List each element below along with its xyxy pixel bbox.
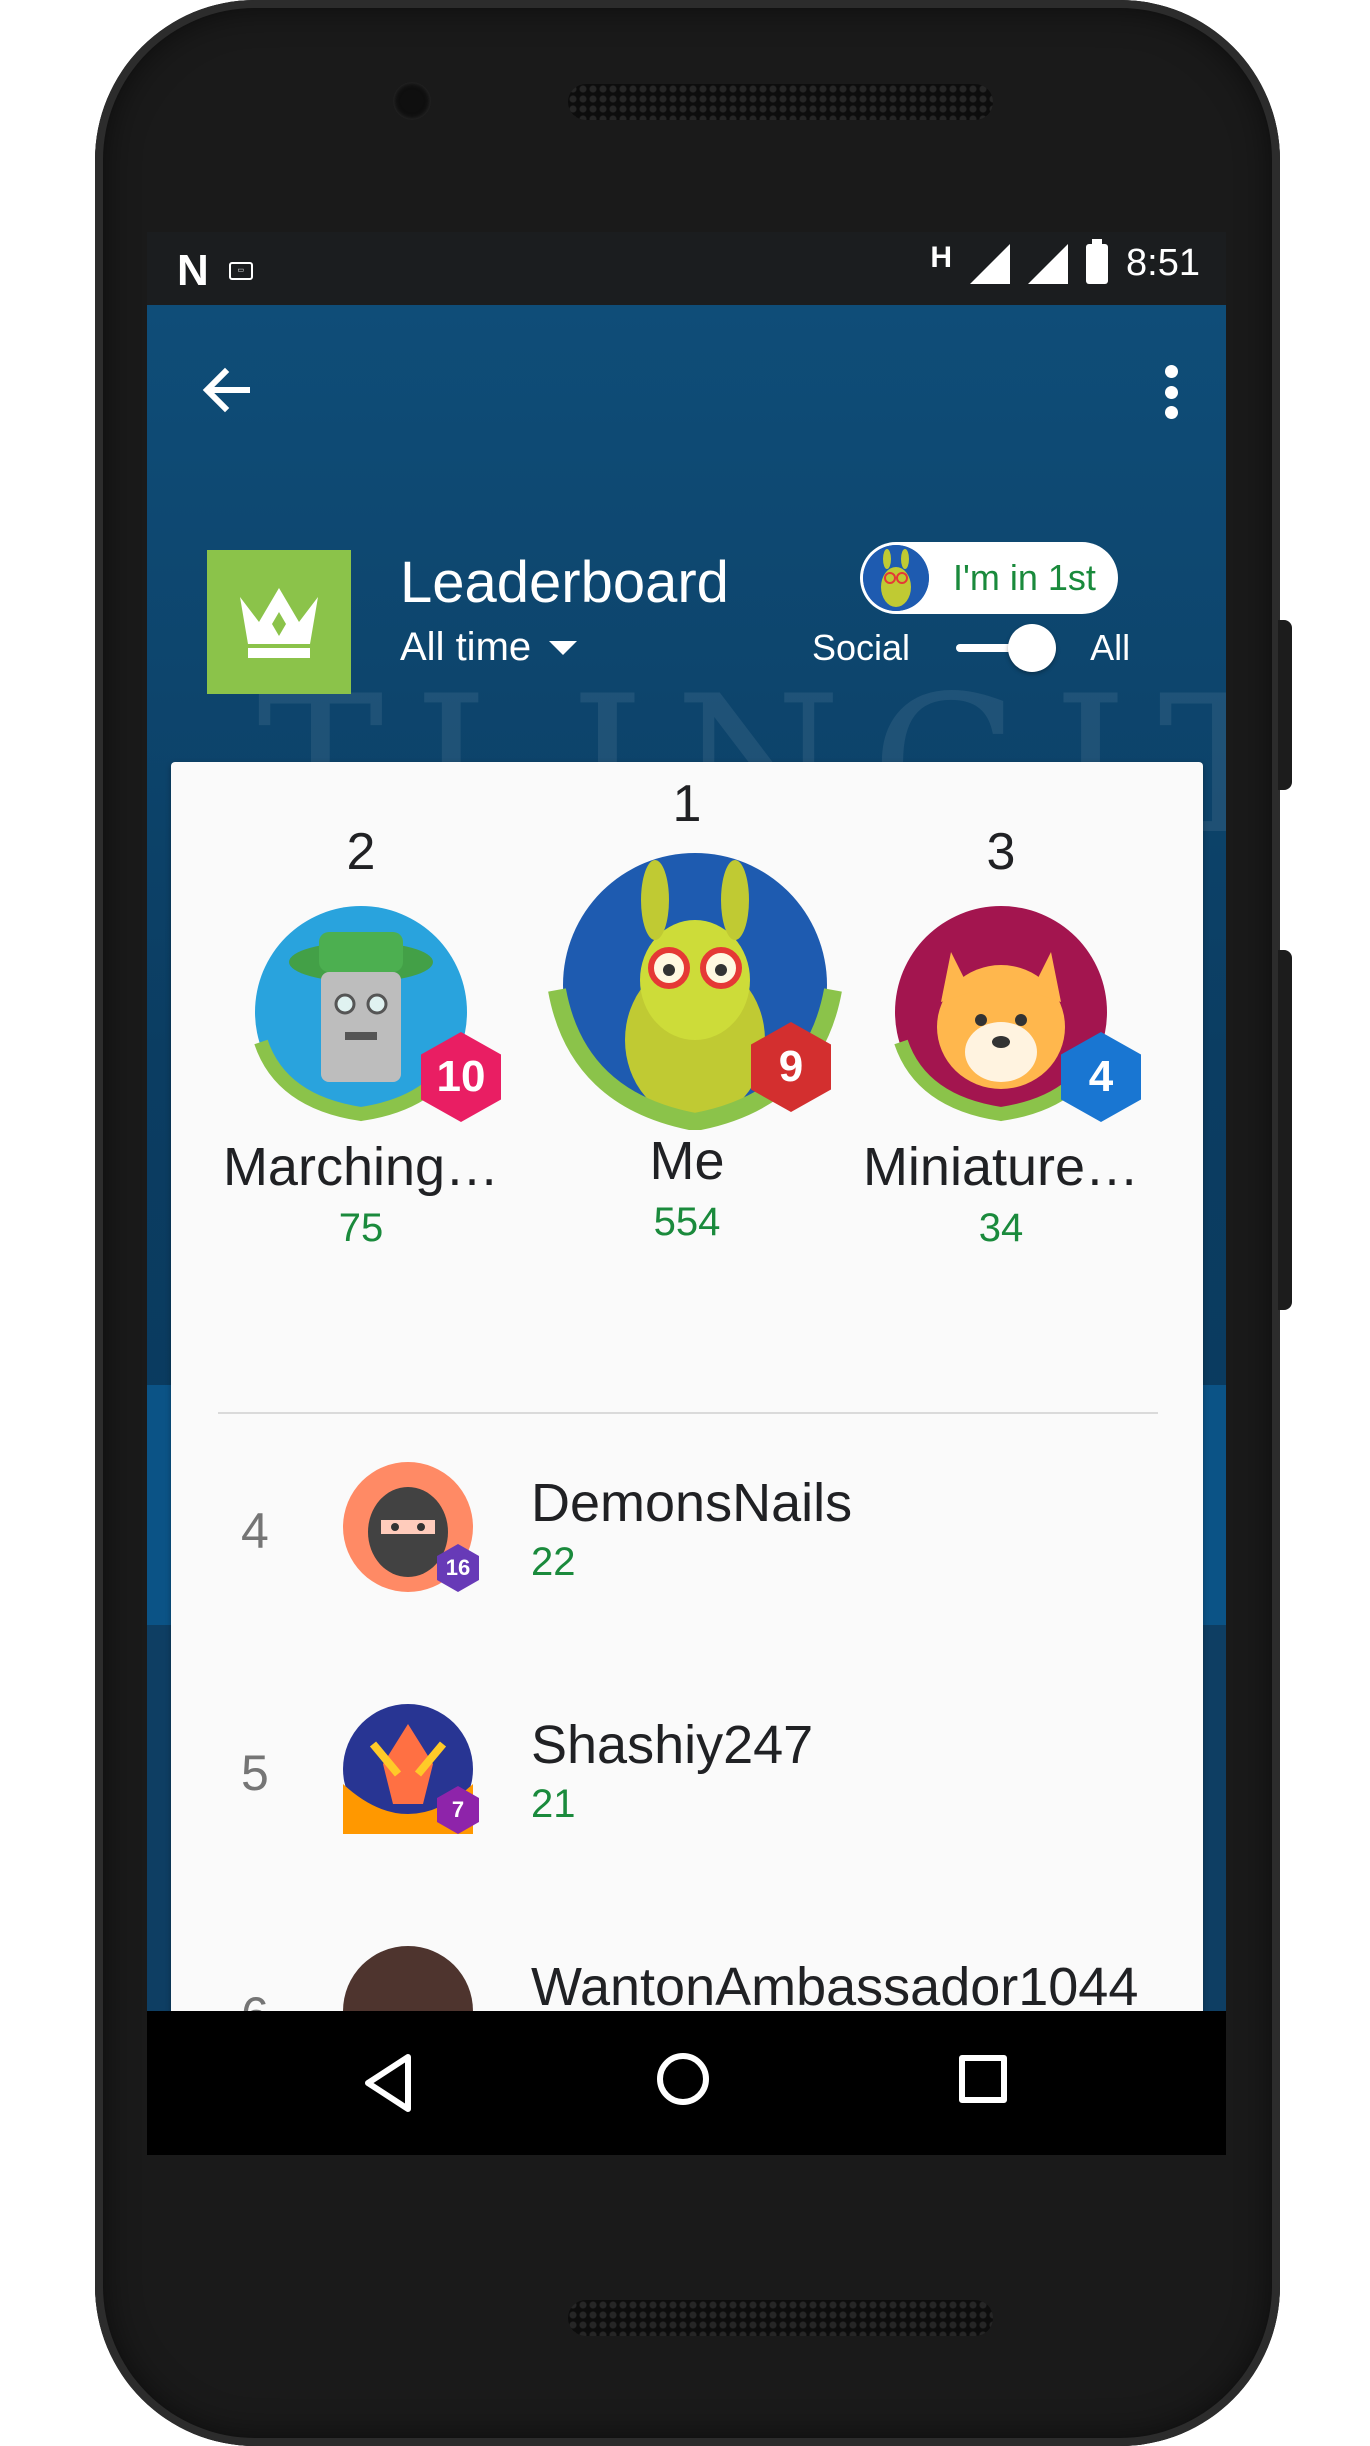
list-rank: 5 — [241, 1745, 269, 1801]
volume-button — [1278, 950, 1292, 1310]
podium-score: 75 — [338, 1206, 384, 1250]
signal-icon — [970, 243, 1011, 284]
podium-place: 2 — [346, 823, 376, 881]
podium-first[interactable]: 1 9 Me 554 — [537, 774, 842, 1245]
top-speaker — [568, 84, 993, 120]
list-rank: 4 — [241, 1503, 269, 1559]
podium-name: Miniature… — [862, 1137, 1140, 1197]
status-bar: N ▭ H 8:51 — [147, 232, 1226, 305]
signal-icon-2 — [1028, 243, 1069, 284]
n-notification-icon: N — [177, 246, 209, 295]
podium-place: 1 — [672, 775, 702, 833]
dot-icon — [1164, 365, 1178, 378]
switch-knob[interactable] — [1008, 624, 1057, 672]
list-score: 21 — [531, 1782, 576, 1826]
llama-avatar-icon — [863, 545, 929, 611]
dot-icon — [1164, 385, 1178, 399]
overflow-menu-button[interactable] — [1164, 365, 1178, 419]
caret-down-icon — [549, 640, 578, 655]
podium-score: 554 — [653, 1200, 721, 1244]
clock: 8:51 — [1126, 242, 1200, 284]
rank-pill-label: I'm in 1st — [953, 557, 1096, 598]
battery-icon — [1086, 238, 1109, 284]
social-all-switch[interactable] — [956, 624, 1057, 672]
podium-second[interactable]: 2 10 Marching… 75 — [211, 822, 511, 1251]
leaderboard-crown-icon — [207, 550, 351, 694]
back-button[interactable] — [197, 360, 257, 420]
list-name: WantonAmbassador1044 — [531, 1957, 1139, 2017]
timeframe-label: All time — [400, 625, 532, 669]
dot-icon — [1164, 406, 1178, 419]
arrow-back-icon — [202, 367, 250, 413]
podium-name: Marching… — [222, 1137, 500, 1197]
list-name: Shashiy247 — [531, 1715, 814, 1775]
bottom-speaker — [568, 2300, 993, 2336]
list-score: 22 — [531, 1540, 576, 1584]
podium-place: 3 — [986, 823, 1016, 881]
recents-icon[interactable] — [959, 2055, 1007, 2103]
ninja-avatar-icon: 16 — [343, 1462, 479, 1592]
front-camera — [393, 82, 431, 120]
divider — [218, 1412, 1158, 1414]
screen: N ▭ H 8:51 TLINGIT — [147, 232, 1226, 2155]
podium-score: 34 — [978, 1206, 1024, 1250]
list-item[interactable]: 4 16 DemonsNails 22 — [171, 1452, 1203, 1612]
app-notification-icon: ▭ — [228, 262, 253, 280]
toggle-label-social: Social — [812, 627, 911, 668]
home-icon[interactable] — [657, 2053, 709, 2105]
list-name: DemonsNails — [531, 1473, 853, 1533]
leaderboard-card: 2 10 Marching… 75 1 9 Me 554 3 4 Miniatu… — [171, 762, 1203, 2155]
robot-avatar-icon: 10 — [241, 892, 501, 1132]
back-icon[interactable] — [362, 2053, 414, 2113]
scope-toggle-row: Social All — [812, 624, 1131, 672]
system-nav-bar — [147, 2011, 1226, 2155]
power-button — [1278, 620, 1292, 790]
podium-name: Me — [649, 1131, 725, 1191]
podium-third[interactable]: 3 4 Miniature… 34 — [851, 822, 1151, 1251]
llama-avatar-icon: 9 — [537, 840, 853, 1132]
timeframe-dropdown[interactable]: All time — [400, 625, 578, 670]
toggle-label-all: All — [1090, 627, 1131, 668]
my-rank-pill[interactable]: I'm in 1st — [860, 542, 1118, 614]
page-title: Leaderboard — [400, 550, 729, 615]
network-type: H — [930, 240, 953, 274]
phoenix-avatar-icon: 7 — [343, 1704, 479, 1834]
shiba-avatar-icon: 4 — [881, 892, 1141, 1132]
list-item[interactable]: 5 7 Shashiy247 21 — [171, 1694, 1203, 1854]
